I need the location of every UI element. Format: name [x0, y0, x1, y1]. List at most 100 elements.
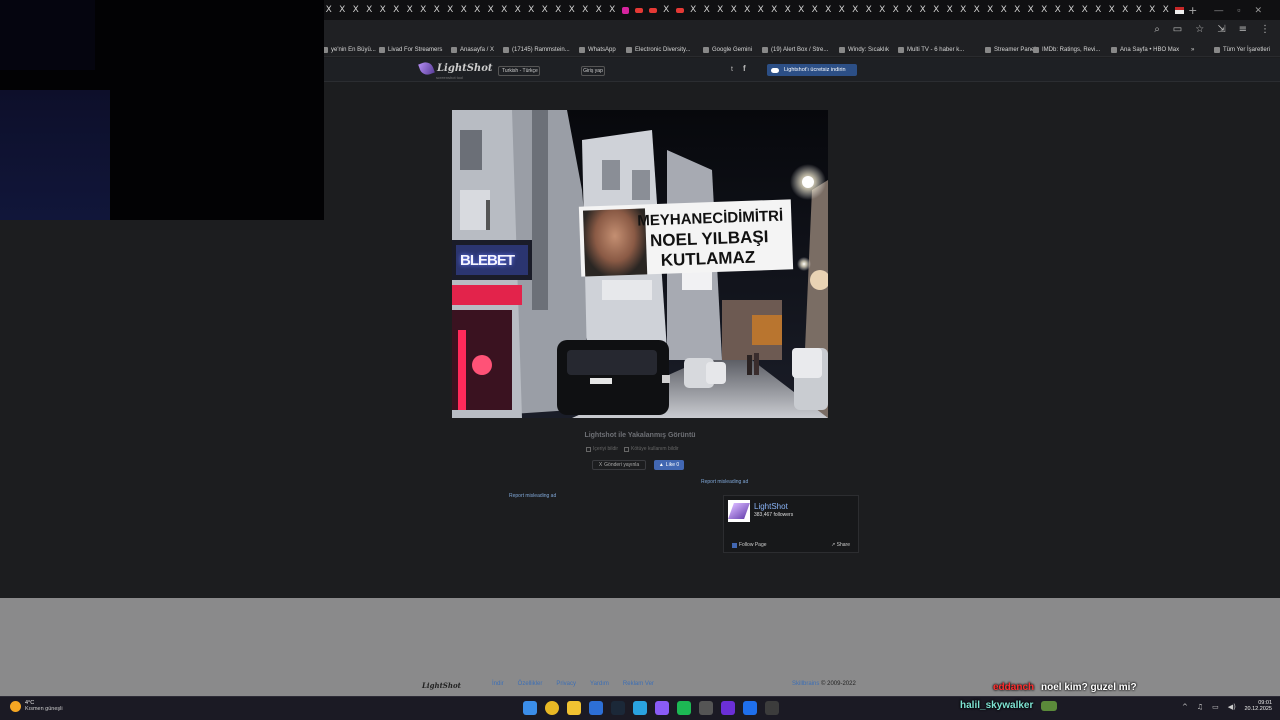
browser-tab-x[interactable]: X — [336, 0, 350, 20]
browser-tab-x[interactable]: X — [538, 0, 552, 20]
bookmark-star-icon[interactable]: ☆ — [1195, 24, 1204, 35]
browser-tab-youtube[interactable] — [633, 0, 647, 20]
browser-tab-x[interactable]: X — [687, 0, 701, 20]
bookmark-item[interactable]: Livad For Streamers — [379, 43, 442, 56]
share-button[interactable]: ↗ Share — [831, 542, 850, 548]
new-tab-button[interactable]: + — [1186, 0, 1200, 20]
footer-link-privacy[interactable]: Privacy — [556, 681, 576, 687]
bookmark-item[interactable]: » — [1191, 43, 1194, 56]
browser-tab-youtube[interactable] — [646, 0, 660, 20]
tweet-button[interactable]: X Gönderi yayınla — [592, 460, 646, 470]
browser-tab-youtube[interactable] — [673, 0, 687, 20]
maximize-icon[interactable]: ▫ — [1237, 5, 1240, 15]
browser-tab-x[interactable]: X — [849, 0, 863, 20]
browser-tab-x[interactable]: X — [1119, 0, 1133, 20]
bookmark-item[interactable]: IMDb: Ratings, Revi... — [1033, 43, 1100, 56]
taskbar-clock[interactable]: 09:01 20.12.2025 — [1240, 700, 1272, 712]
extensions-icon[interactable]: ⇲ — [1217, 24, 1225, 35]
browser-tab-x[interactable]: X — [768, 0, 782, 20]
bookmark-item[interactable]: (17145) Rammstein... — [503, 43, 570, 56]
bookmark-item[interactable]: (19) Alert Box / Stre... — [762, 43, 828, 56]
browser-tab-x[interactable]: X — [525, 0, 539, 20]
browser-tab-x[interactable]: X — [1051, 0, 1065, 20]
browser-tab-x[interactable]: X — [349, 0, 363, 20]
browser-tab-x[interactable]: X — [808, 0, 822, 20]
bookmark-item[interactable]: WhatsApp — [579, 43, 616, 56]
browser-tab-x[interactable]: X — [363, 0, 377, 20]
browser-tab-x[interactable]: X — [498, 0, 512, 20]
browser-tab-x[interactable]: X — [322, 0, 336, 20]
browser-tab-x[interactable]: X — [741, 0, 755, 20]
microphone-icon[interactable]: ♫ — [1197, 703, 1203, 711]
calculator-icon[interactable] — [699, 701, 713, 715]
browser-tab-x[interactable]: X — [1078, 0, 1092, 20]
browser-tab-x[interactable]: X — [592, 0, 606, 20]
report-ad-link[interactable]: Report misleading ad — [509, 493, 556, 499]
browser-tab-x[interactable]: X — [417, 0, 431, 20]
chrome-icon[interactable] — [545, 701, 559, 715]
browser-tab-x[interactable]: X — [754, 0, 768, 20]
browser-tab-x[interactable]: X — [970, 0, 984, 20]
zoom-icon[interactable]: ⌕ — [1154, 24, 1160, 35]
browser-tab-x[interactable]: X — [943, 0, 957, 20]
report-ad-link[interactable]: Report misleading ad — [701, 479, 748, 485]
report-content-link[interactable]: Içeriyi bildir — [586, 446, 618, 452]
browser-tab-x[interactable]: X — [781, 0, 795, 20]
browser-tab-x[interactable]: X — [1092, 0, 1106, 20]
footer-link-download[interactable]: İndir — [492, 681, 504, 687]
windows-start-icon[interactable] — [523, 701, 537, 715]
footer-logo[interactable]: LightShot — [422, 681, 461, 690]
browser-tab-x[interactable]: X — [457, 0, 471, 20]
fb-page-name[interactable]: LightShot — [754, 502, 788, 511]
browser-tab-x[interactable]: X — [903, 0, 917, 20]
browser-tab-x[interactable]: X — [957, 0, 971, 20]
report-abuse-link[interactable]: Kötüye kullanım bildir — [624, 446, 679, 452]
cast-icon[interactable]: ▭ — [1173, 24, 1182, 35]
footer-link-features[interactable]: Özellikler — [518, 681, 543, 687]
browser-tab-x[interactable]: X — [795, 0, 809, 20]
browser-tab-flag[interactable] — [1173, 0, 1187, 20]
bookmark-item[interactable]: Electronic Diversity... — [626, 43, 691, 56]
language-select[interactable]: Turkish - Türkçe — [498, 66, 540, 76]
app-icon-purple[interactable] — [655, 701, 669, 715]
browser-tab-x[interactable]: X — [930, 0, 944, 20]
browser-tab-x[interactable]: X — [835, 0, 849, 20]
weather-widget[interactable]: 4°C Kısmen güneşli — [10, 700, 63, 712]
volume-icon[interactable]: ◀) — [1228, 703, 1236, 711]
bookmark-item[interactable]: Streamer Panel — [985, 43, 1036, 56]
browser-tab-x[interactable]: X — [1146, 0, 1160, 20]
browser-tab-x[interactable]: X — [552, 0, 566, 20]
browser-tab-x[interactable]: X — [484, 0, 498, 20]
browser-tab-x[interactable]: X — [444, 0, 458, 20]
obs-icon[interactable] — [765, 701, 779, 715]
browser-tab-x[interactable]: X — [471, 0, 485, 20]
bookmark-item[interactable]: Anasayfa / X — [451, 43, 494, 56]
app-icon-blue[interactable] — [589, 701, 603, 715]
browser-tab-x[interactable]: X — [606, 0, 620, 20]
telegram-icon[interactable] — [633, 701, 647, 715]
bookmark-item[interactable]: Ana Sayfa • HBO Max — [1111, 43, 1179, 56]
tray-overflow-icon[interactable]: ^ — [1182, 703, 1188, 711]
bookmark-item[interactable]: Windy: Sıcaklık — [839, 43, 889, 56]
browser-tab-x[interactable]: X — [511, 0, 525, 20]
browser-tab-x[interactable]: X — [727, 0, 741, 20]
download-button[interactable]: Lightshot'ı ücretsiz indirin — [767, 64, 857, 76]
facebook-icon[interactable]: f — [743, 64, 746, 73]
browser-tab-x[interactable]: X — [1132, 0, 1146, 20]
browser-tab-x[interactable]: X — [984, 0, 998, 20]
browser-tab-x[interactable]: X — [376, 0, 390, 20]
browser-tab-x[interactable]: X — [822, 0, 836, 20]
footer-link-advertise[interactable]: Reklam Ver — [623, 681, 654, 687]
browser-tab-x[interactable]: X — [390, 0, 404, 20]
close-window-icon[interactable]: ✕ — [1254, 5, 1262, 16]
tab-search-icon[interactable]: ≡ — [1239, 24, 1247, 35]
browser-tab-x[interactable]: X — [714, 0, 728, 20]
browser-tab-x[interactable]: X — [862, 0, 876, 20]
follow-page-button[interactable]: Follow Page — [732, 542, 767, 548]
browser-tab-x[interactable]: X — [1105, 0, 1119, 20]
browser-tab-x[interactable]: X — [1024, 0, 1038, 20]
minimize-icon[interactable]: — — [1214, 5, 1223, 15]
kick-icon[interactable] — [721, 701, 735, 715]
app-icon-blue2[interactable] — [743, 701, 757, 715]
browser-tab-x[interactable]: X — [889, 0, 903, 20]
